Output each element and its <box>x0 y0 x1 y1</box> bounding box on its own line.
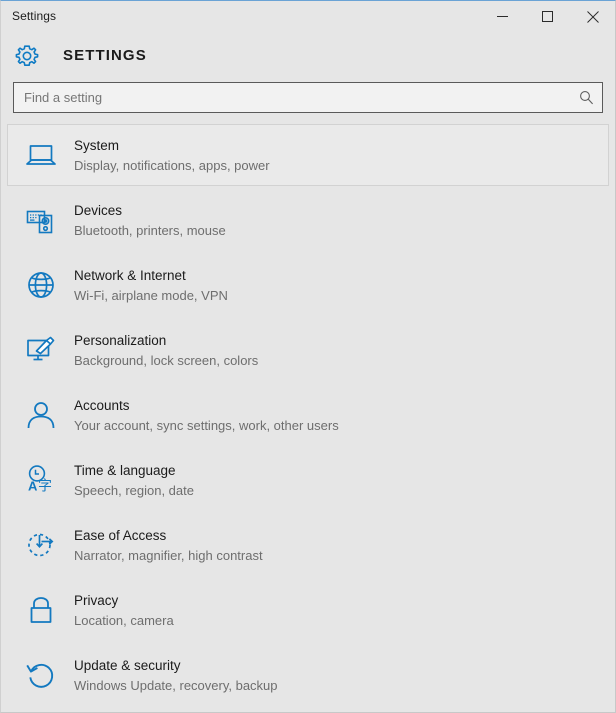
settings-item-subtitle: Your account, sync settings, work, other… <box>74 417 339 433</box>
clock-language-icon: A 字 <box>28 465 52 495</box>
gear-icon <box>15 44 39 66</box>
settings-item-update-security[interactable]: Update & security Windows Update, recover… <box>7 644 609 706</box>
settings-item-time-language[interactable]: A 字 Time & language Speech, region, date <box>7 449 609 511</box>
search-box[interactable] <box>13 82 603 113</box>
laptop-icon <box>26 145 56 165</box>
svg-text:A: A <box>28 479 38 494</box>
settings-item-text: Privacy Location, camera <box>74 591 174 630</box>
settings-item-personalization[interactable]: Personalization Background, lock screen, … <box>7 319 609 381</box>
settings-item-network-internet[interactable]: Network & Internet Wi-Fi, airplane mode, … <box>7 254 609 316</box>
person-icon <box>27 402 55 429</box>
clock-language-icon-wrap: A 字 <box>20 463 66 497</box>
settings-item-subtitle: Wi-Fi, airplane mode, VPN <box>74 287 228 303</box>
settings-item-subtitle: Narrator, magnifier, high contrast <box>74 547 263 563</box>
settings-item-subtitle: Display, notifications, apps, power <box>74 157 270 173</box>
maximize-icon <box>542 11 553 22</box>
app-header: SETTINGS <box>1 32 615 79</box>
monitor-brush-icon <box>27 336 55 361</box>
globe-icon-wrap <box>20 268 66 302</box>
svg-text:字: 字 <box>38 479 52 495</box>
window-controls <box>480 1 615 32</box>
close-icon <box>586 10 599 23</box>
window-title: Settings <box>12 9 57 23</box>
lock-icon <box>30 597 52 623</box>
settings-item-title: Privacy <box>74 592 119 608</box>
monitor-brush-icon-wrap <box>20 333 66 367</box>
settings-item-title: Personalization <box>74 332 167 348</box>
ease-of-access-icon-wrap <box>20 528 66 562</box>
settings-item-text: Time & language Speech, region, date <box>74 461 194 500</box>
person-icon-wrap <box>20 398 66 432</box>
settings-item-title: Devices <box>74 202 123 218</box>
maximize-button[interactable] <box>525 1 570 32</box>
settings-item-subtitle: Windows Update, recovery, backup <box>74 677 278 693</box>
page-title: SETTINGS <box>63 47 147 64</box>
close-button[interactable] <box>570 1 615 32</box>
refresh-icon <box>26 663 54 688</box>
laptop-icon-wrap <box>20 138 66 172</box>
settings-item-ease-of-access[interactable]: Ease of Access Narrator, magnifier, high … <box>7 514 609 576</box>
settings-item-title: Time & language <box>74 462 176 478</box>
ease-of-access-icon <box>28 533 54 557</box>
settings-item-text: Personalization Background, lock screen, … <box>74 331 258 370</box>
settings-item-title: Ease of Access <box>74 527 167 543</box>
search-input[interactable] <box>14 83 602 112</box>
minimize-icon <box>497 16 508 17</box>
settings-item-title: System <box>74 137 120 153</box>
devices-icon-wrap <box>20 203 66 237</box>
settings-window: Settings SETTINGS Find a setting System … <box>0 0 616 713</box>
settings-item-subtitle: Speech, region, date <box>74 482 194 498</box>
settings-item-text: System Display, notifications, apps, powe… <box>74 136 270 175</box>
search-button[interactable] <box>576 83 596 112</box>
settings-item-subtitle: Location, camera <box>74 612 174 628</box>
settings-item-text: Accounts Your account, sync settings, wor… <box>74 396 339 435</box>
settings-item-subtitle: Background, lock screen, colors <box>74 352 259 368</box>
settings-item-title: Network & Internet <box>74 267 186 283</box>
lock-icon-wrap <box>20 593 66 627</box>
search-area <box>1 82 615 113</box>
settings-item-accounts[interactable]: Accounts Your account, sync settings, wor… <box>7 384 609 446</box>
minimize-button[interactable] <box>480 1 525 32</box>
settings-item-text: Ease of Access Narrator, magnifier, high … <box>74 526 263 565</box>
settings-list: System Display, notifications, apps, powe… <box>1 124 615 712</box>
search-icon <box>579 91 593 105</box>
globe-icon <box>28 272 54 298</box>
settings-item-text: Network & Internet Wi-Fi, airplane mode, … <box>74 266 228 305</box>
devices-icon <box>26 210 53 234</box>
settings-item-title: Accounts <box>74 397 130 413</box>
settings-item-system[interactable]: System Display, notifications, apps, powe… <box>7 124 609 186</box>
settings-item-devices[interactable]: Devices Bluetooth, printers, mouse <box>7 189 609 251</box>
title-bar: Settings <box>1 1 615 32</box>
settings-item-subtitle: Bluetooth, printers, mouse <box>74 222 226 238</box>
settings-item-title: Update & security <box>74 657 181 673</box>
settings-item-privacy[interactable]: Privacy Location, camera <box>7 579 609 641</box>
refresh-icon-wrap <box>20 658 66 692</box>
settings-item-text: Devices Bluetooth, printers, mouse <box>74 201 226 240</box>
settings-item-text: Update & security Windows Update, recover… <box>74 656 278 695</box>
